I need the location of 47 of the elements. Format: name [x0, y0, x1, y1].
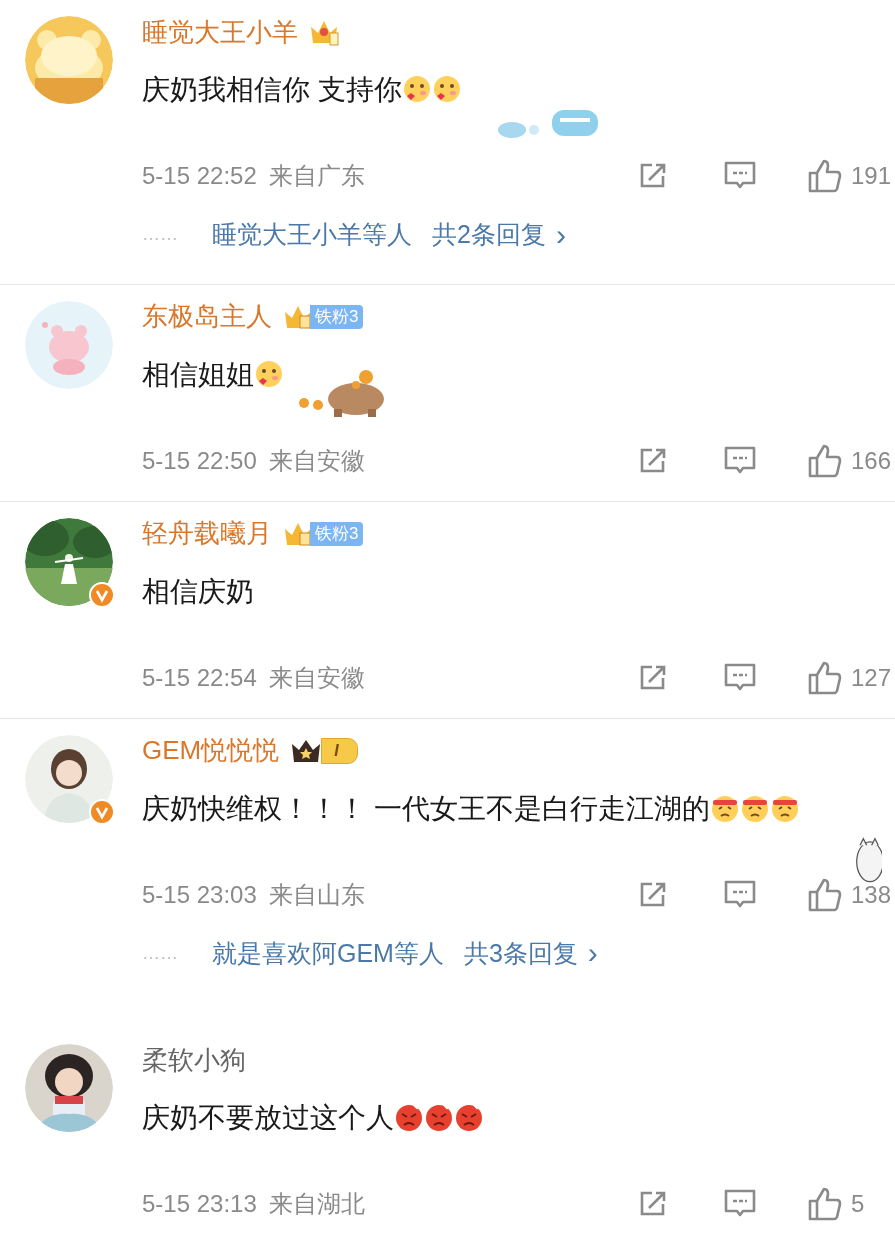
- chevron-right-icon[interactable]: ›: [555, 219, 566, 250]
- user-name[interactable]: 东极岛主人: [142, 297, 272, 336]
- comment-location: 来自安徽: [268, 662, 365, 693]
- like-count: 166: [851, 445, 893, 476]
- blushing-face-icon: [431, 74, 462, 104]
- like-count: 5: [851, 1189, 866, 1219]
- reply-count-link[interactable]: 共3条回复: [463, 934, 578, 972]
- chevron-right-icon[interactable]: ›: [587, 938, 598, 969]
- blushing-face-icon: [401, 74, 432, 104]
- reply-users-link[interactable]: 就是喜欢阿GEM等人: [212, 934, 444, 972]
- user-name[interactable]: GEM悦悦悦: [142, 731, 280, 770]
- comment-text: 庆奶不要放过这个人: [142, 1102, 394, 1133]
- user-name[interactable]: 睡觉大王小羊: [142, 12, 298, 52]
- like-icon[interactable]: [807, 1186, 843, 1222]
- like-count: 138: [851, 879, 893, 910]
- comment-time: 5-15 22:50: [142, 445, 257, 476]
- ellipsis-text: ……: [142, 941, 178, 965]
- comment-time: 5-15 22:54: [142, 662, 257, 693]
- user-name[interactable]: 柔软小狗: [142, 1040, 246, 1080]
- comment-text: 相信庆奶: [142, 575, 254, 607]
- angry-face-icon: [394, 1102, 424, 1132]
- fan-badge: 铁粉3: [310, 304, 364, 329]
- blushing-face-icon: [254, 358, 284, 389]
- fan-badge: 铁粉3: [310, 521, 364, 546]
- comment-location: 来自湖北: [268, 1189, 365, 1219]
- comment-time: 5-15 23:13: [142, 1189, 257, 1219]
- like-icon[interactable]: [807, 158, 843, 194]
- comment-time: 5-15 22:52: [142, 161, 257, 191]
- comment-text: 庆奶快维权！！！ 一代女王不是白行走江湖的: [142, 792, 710, 824]
- comment-text: 相信姐姐: [142, 358, 254, 390]
- ellipsis-text: ……: [142, 223, 178, 247]
- like-icon[interactable]: [807, 442, 843, 479]
- comment-time: 5-15 23:03: [142, 879, 257, 910]
- like-count: 127: [851, 662, 893, 693]
- comment-location: 来自安徽: [268, 445, 365, 476]
- angry-face-icon: [454, 1102, 484, 1132]
- angry-face-icon: [424, 1102, 454, 1132]
- like-count: 191: [851, 161, 893, 191]
- comment-text: 庆奶我相信你 支持你: [142, 74, 402, 105]
- reply-users-link[interactable]: 睡觉大王小羊等人: [212, 216, 412, 254]
- level-badge: I: [321, 737, 358, 764]
- reply-count-link[interactable]: 共2条回复: [432, 216, 546, 254]
- comment-location: 来自广东: [268, 161, 365, 191]
- user-name[interactable]: 轻舟载曦月: [142, 514, 272, 553]
- like-icon[interactable]: [807, 876, 843, 913]
- comment-location: 来自山东: [268, 879, 365, 910]
- like-icon[interactable]: [807, 659, 843, 696]
